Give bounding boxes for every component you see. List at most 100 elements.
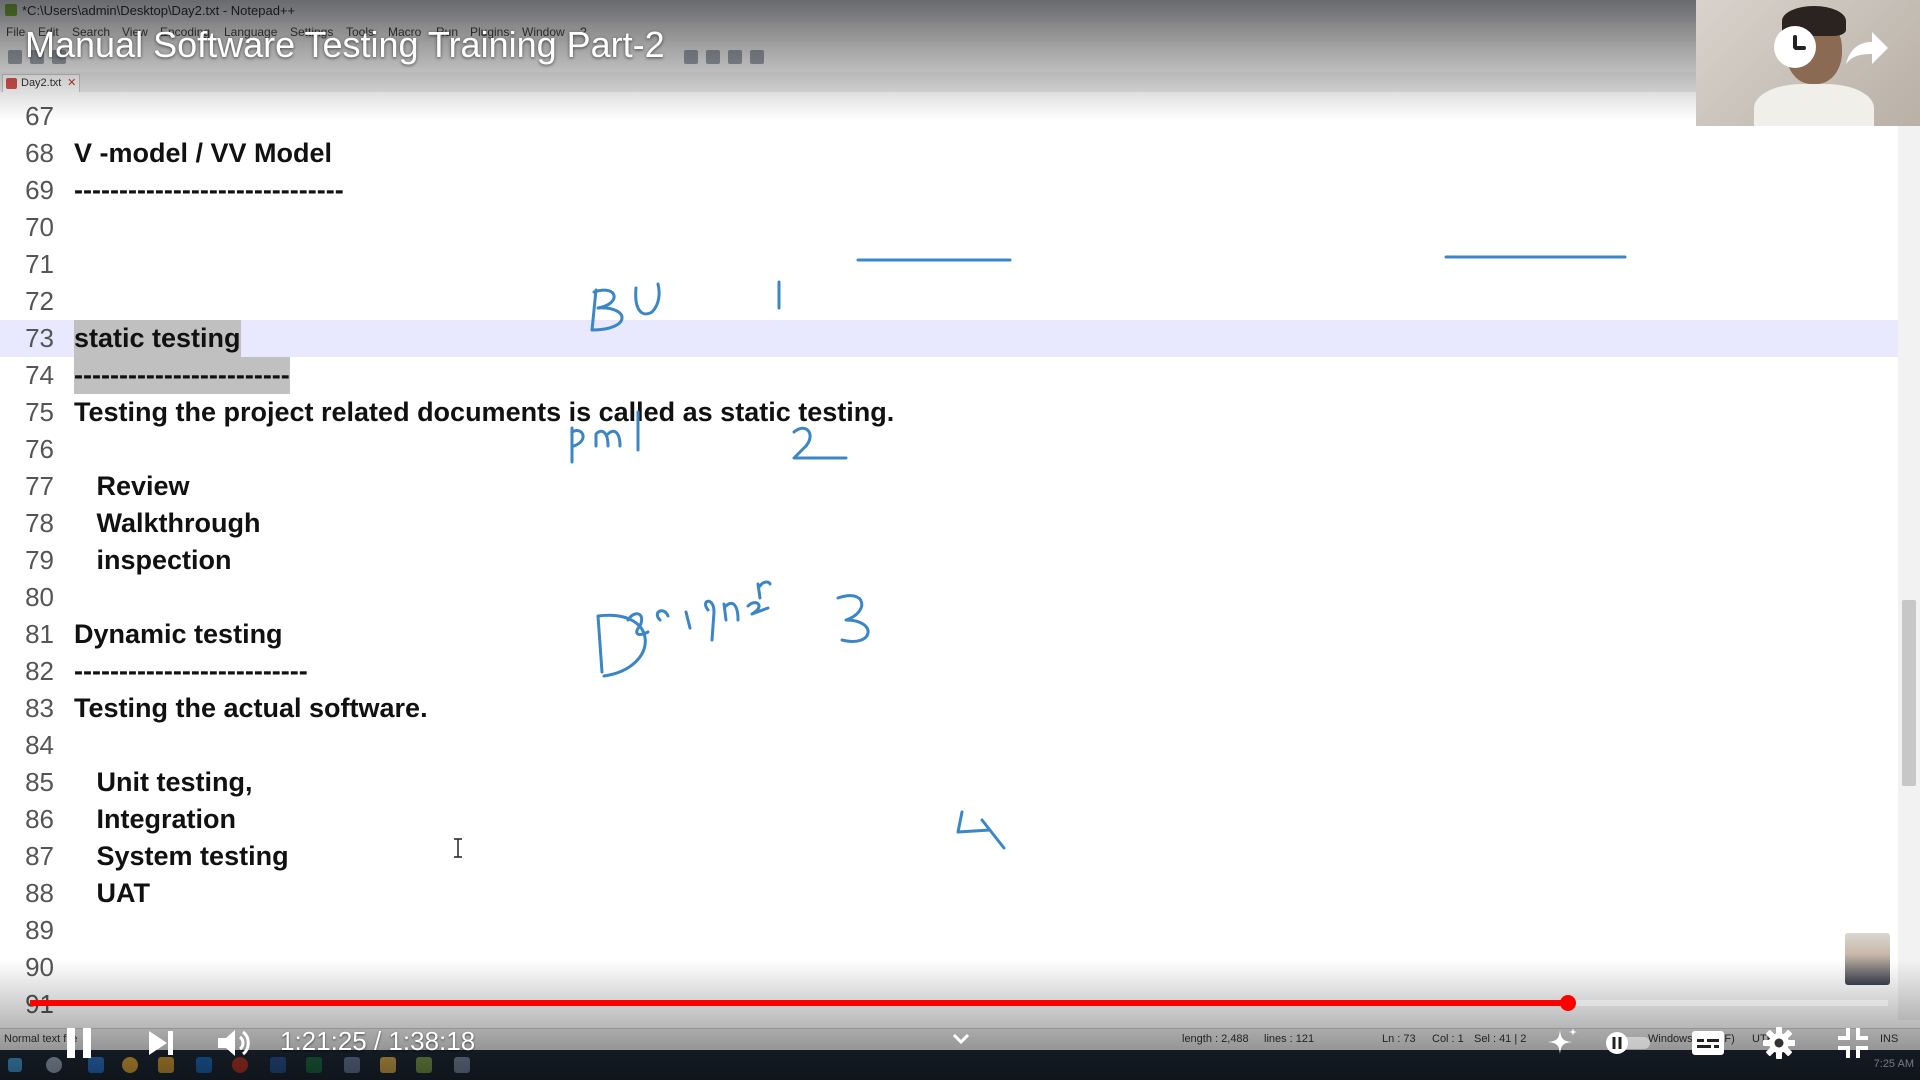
editor-line[interactable]: 86 Integration bbox=[0, 801, 1898, 838]
line-number: 85 bbox=[25, 767, 54, 797]
current-time: 1:21:25 bbox=[280, 1026, 367, 1056]
new-file-icon[interactable] bbox=[8, 50, 22, 64]
editor-line[interactable]: 85 Unit testing, bbox=[0, 764, 1898, 801]
editor-line[interactable]: 72 bbox=[0, 283, 1898, 320]
editor-line[interactable]: 71 bbox=[0, 246, 1898, 283]
editor-line[interactable]: 68 V -model / VV Model bbox=[0, 135, 1898, 172]
status-ln: Ln : 73 bbox=[1382, 1033, 1416, 1045]
status-lines: lines : 121 bbox=[1264, 1033, 1315, 1045]
menu-file[interactable]: File bbox=[6, 25, 25, 39]
line-number: 84 bbox=[25, 730, 54, 760]
editor-line[interactable]: 73 static testing bbox=[0, 320, 1898, 357]
line-number: 88 bbox=[25, 878, 54, 908]
search-icon[interactable] bbox=[46, 1057, 62, 1073]
notepadpp-taskbar-icon[interactable] bbox=[416, 1057, 432, 1073]
editor-area[interactable]: 67 68 V -model / VV Model 69 ---------------… bbox=[0, 92, 1898, 1020]
editor-line[interactable]: 75 Testing the project related documents … bbox=[0, 394, 1898, 431]
line-text: -------------------------- bbox=[74, 656, 308, 686]
scrollbar-thumb[interactable] bbox=[1902, 600, 1916, 786]
editor-line[interactable]: 76 bbox=[0, 431, 1898, 468]
tab-day2[interactable]: Day2.txt ✕ bbox=[2, 74, 81, 92]
editor-line[interactable]: 83 Testing the actual software. bbox=[0, 690, 1898, 727]
line-number: 68 bbox=[25, 138, 54, 168]
app-taskbar-icon-2[interactable] bbox=[344, 1057, 360, 1073]
line-text: UAT bbox=[74, 878, 151, 908]
app-taskbar-icon-3[interactable] bbox=[380, 1057, 396, 1073]
video-title[interactable]: Manual Software Testing Training Part-2 bbox=[25, 24, 665, 66]
notepad-window-title: *C:\Users\admin\Desktop\Day2.txt - Notep… bbox=[22, 3, 296, 18]
notepad-titlebar: *C:\Users\admin\Desktop\Day2.txt - Notep… bbox=[0, 0, 1920, 22]
channel-avatar[interactable] bbox=[1845, 933, 1890, 985]
editor-line[interactable]: 84 bbox=[0, 727, 1898, 764]
line-number: 67 bbox=[25, 101, 54, 131]
close-tab-icon[interactable]: ✕ bbox=[67, 75, 76, 92]
macro-run-multiple-icon[interactable] bbox=[728, 50, 742, 64]
webcam-body bbox=[1754, 84, 1874, 126]
line-text: Walkthrough bbox=[74, 508, 261, 538]
chevron-down-icon[interactable] bbox=[950, 1028, 972, 1050]
line-number: 80 bbox=[25, 582, 54, 612]
start-icon[interactable] bbox=[8, 1058, 22, 1072]
editor-line[interactable]: 87 System testing bbox=[0, 838, 1898, 875]
editor-line[interactable]: 70 bbox=[0, 209, 1898, 246]
line-number: 81 bbox=[25, 619, 54, 649]
volume-icon[interactable] bbox=[216, 1026, 252, 1060]
file-explorer-icon[interactable] bbox=[158, 1057, 174, 1073]
line-text: Unit testing, bbox=[74, 767, 253, 797]
settings-gear-icon[interactable] bbox=[1762, 1026, 1796, 1060]
autoplay-toggle-icon[interactable] bbox=[1602, 1030, 1656, 1056]
editor-line[interactable]: 74 ------------------------ bbox=[0, 357, 1898, 394]
editor-line[interactable]: 80 bbox=[0, 579, 1898, 616]
editor-line[interactable]: 79 inspection bbox=[0, 542, 1898, 579]
editor-line[interactable]: 67 bbox=[0, 98, 1898, 135]
line-text: Testing the actual software. bbox=[74, 693, 428, 723]
notepad-tabbar: Day2.txt ✕ bbox=[0, 72, 1920, 93]
time-display: 1:21:25 / 1:38:18 bbox=[280, 1026, 475, 1057]
line-number: 86 bbox=[25, 804, 54, 834]
editor-line[interactable]: 78 Walkthrough bbox=[0, 505, 1898, 542]
line-number: 74 bbox=[25, 360, 54, 390]
status-col: Col : 1 bbox=[1432, 1033, 1464, 1045]
outlook-icon[interactable] bbox=[196, 1057, 212, 1073]
macro-save-icon[interactable] bbox=[750, 50, 764, 64]
status-ins: INS bbox=[1880, 1033, 1899, 1045]
line-number: 75 bbox=[25, 397, 54, 427]
editor-line[interactable]: 82 -------------------------- bbox=[0, 653, 1898, 690]
line-number: 87 bbox=[25, 841, 54, 871]
pause-icon[interactable] bbox=[64, 1026, 94, 1060]
share-icon[interactable] bbox=[1840, 22, 1892, 74]
text-cursor-icon bbox=[454, 838, 462, 858]
macro-play-icon[interactable] bbox=[706, 50, 720, 64]
editor-line[interactable]: 89 bbox=[0, 912, 1898, 949]
editor-line[interactable]: 90 bbox=[0, 949, 1898, 986]
taskbar-clock: 7:25 AM bbox=[1873, 1058, 1914, 1070]
editor-line[interactable]: 81 Dynamic testing bbox=[0, 616, 1898, 653]
editor-line[interactable]: 88 UAT bbox=[0, 875, 1898, 912]
app-taskbar-icon-4[interactable] bbox=[454, 1057, 470, 1073]
vertical-scrollbar[interactable] bbox=[1898, 92, 1920, 1020]
line-text: Testing the project related documents is… bbox=[74, 397, 895, 427]
line-text: System testing bbox=[74, 841, 289, 871]
editor-line[interactable]: 77 Review bbox=[0, 468, 1898, 505]
excel-icon[interactable] bbox=[306, 1057, 322, 1073]
line-number: 69 bbox=[25, 175, 54, 205]
unsaved-file-icon bbox=[6, 78, 17, 89]
exit-fullscreen-icon[interactable] bbox=[1836, 1026, 1870, 1060]
word-icon[interactable] bbox=[270, 1057, 286, 1073]
line-text: V -model / VV Model bbox=[74, 138, 333, 168]
next-video-icon[interactable] bbox=[146, 1028, 176, 1058]
sparkle-icon[interactable] bbox=[1546, 1026, 1580, 1060]
macro-record-icon[interactable] bbox=[684, 50, 698, 64]
line-number: 72 bbox=[25, 286, 54, 316]
progress-bar[interactable] bbox=[30, 995, 1888, 1011]
subtitles-icon[interactable] bbox=[1690, 1028, 1726, 1058]
line-number: 77 bbox=[25, 471, 54, 501]
line-number: 71 bbox=[25, 249, 54, 279]
time-separator: / bbox=[366, 1026, 389, 1056]
line-text: inspection bbox=[74, 545, 232, 575]
chrome-icon[interactable] bbox=[122, 1057, 138, 1073]
line-text: ------------------------------ bbox=[74, 175, 344, 205]
watch-later-clock-icon[interactable] bbox=[1774, 26, 1816, 68]
duration: 1:38:18 bbox=[388, 1026, 476, 1056]
editor-line[interactable]: 69 ------------------------------ bbox=[0, 172, 1898, 209]
